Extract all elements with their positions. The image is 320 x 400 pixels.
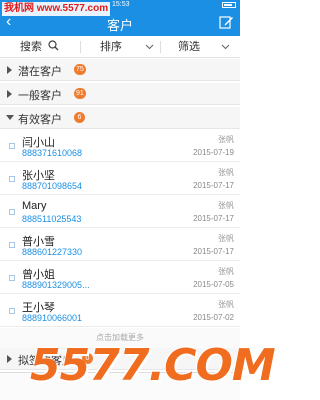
checkbox[interactable]	[9, 275, 15, 281]
customer-row[interactable]: 张小坚 888701098654 张帆 2015-07-17	[0, 163, 240, 195]
customer-phone[interactable]: 888910066001	[22, 313, 82, 323]
checkbox[interactable]	[9, 143, 15, 149]
customer-row[interactable]: 普小雪 888601227330 张帆 2015-07-17	[0, 229, 240, 261]
chevron-right-icon	[7, 66, 12, 74]
divider	[80, 41, 81, 53]
customer-row[interactable]: 曾小姐 888901329005... 张帆 2015-07-05	[0, 262, 240, 294]
count-badge: 6	[74, 112, 85, 123]
customer-phone[interactable]: 888901329005...	[22, 280, 90, 290]
customer-name: Mary	[22, 200, 47, 212]
group-label: 一般客户	[18, 90, 62, 102]
group-potential-customers[interactable]: 潜在客户 75	[0, 59, 240, 81]
chevron-down-icon	[221, 44, 230, 50]
customer-phone[interactable]: 888601227330	[22, 247, 82, 257]
customer-owner: 张帆	[218, 135, 234, 144]
search-button[interactable]: 搜索	[20, 36, 59, 58]
customer-owner: 张帆	[218, 267, 234, 276]
search-label: 搜索	[20, 41, 42, 53]
customer-owner: 张帆	[218, 201, 234, 210]
checkbox[interactable]	[9, 308, 15, 314]
checkbox[interactable]	[9, 209, 15, 215]
filter-label: 筛选	[178, 41, 200, 53]
customer-date: 2015-07-19	[193, 148, 234, 157]
customer-date: 2015-07-05	[193, 280, 234, 289]
divider	[160, 41, 161, 53]
group-label: 潜在客户	[18, 66, 62, 78]
chevron-right-icon	[7, 355, 12, 363]
customer-phone[interactable]: 888511025543	[22, 214, 81, 224]
sort-label: 排序	[100, 41, 122, 53]
sort-button[interactable]: 排序	[100, 36, 154, 58]
customer-owner: 张帆	[218, 234, 234, 243]
watermark-logo: 5577.COM	[30, 340, 276, 391]
status-time: 15:53	[112, 1, 130, 8]
checkbox[interactable]	[9, 176, 15, 182]
count-badge: 91	[74, 88, 86, 99]
battery-icon	[222, 2, 236, 8]
customer-date: 2015-07-17	[193, 181, 234, 190]
search-icon	[48, 40, 59, 51]
page-title: 客户	[106, 18, 133, 33]
customer-owner: 张帆	[218, 300, 234, 309]
customer-date: 2015-07-02	[193, 313, 234, 322]
customer-date: 2015-07-17	[193, 247, 234, 256]
watermark-logo-text: 我机网 www.5577.com	[2, 2, 111, 16]
edit-icon[interactable]	[218, 14, 234, 30]
chevron-down-icon	[6, 115, 14, 120]
customer-phone[interactable]: 888701098654	[22, 181, 82, 191]
customer-date: 2015-07-17	[193, 214, 234, 223]
customer-row[interactable]: 闫小山 888371610068 张帆 2015-07-19	[0, 130, 240, 162]
customer-phone[interactable]: 888371610068	[22, 148, 82, 158]
group-label: 有效客户	[18, 114, 62, 126]
customer-row[interactable]: Mary 888511025543 张帆 2015-07-17	[0, 196, 240, 228]
customer-row[interactable]: 王小琴 888910066001 张帆 2015-07-02	[0, 295, 240, 327]
count-badge: 75	[74, 64, 86, 75]
chevron-right-icon	[7, 90, 12, 98]
group-valid-customers[interactable]: 有效客户 6	[0, 107, 240, 129]
checkbox[interactable]	[9, 242, 15, 248]
filter-bar: 搜索 排序 筛选	[0, 36, 240, 58]
filter-button[interactable]: 筛选	[178, 36, 230, 58]
chevron-down-icon	[145, 44, 154, 50]
customer-owner: 张帆	[218, 168, 234, 177]
group-normal-customers[interactable]: 一般客户 91	[0, 83, 240, 105]
